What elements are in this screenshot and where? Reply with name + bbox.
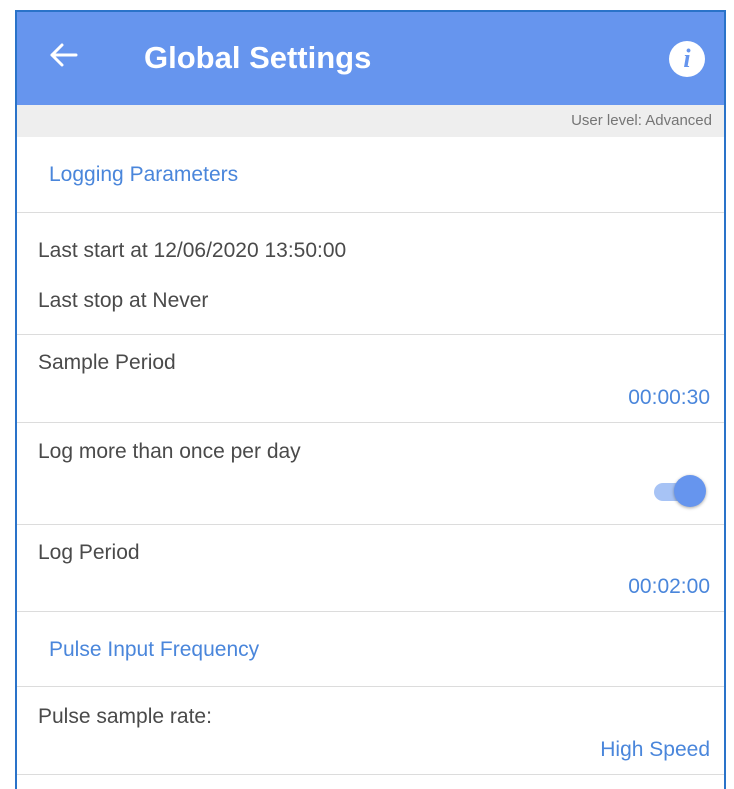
last-stop-text: Last stop at Never (38, 289, 209, 312)
app-bar: Global Settings i (17, 12, 724, 105)
section-title-logging: Logging Parameters (49, 163, 239, 186)
log-period-value[interactable]: 00:02:00 (628, 575, 710, 599)
settings-screen: Global Settings i User level: Advanced L… (15, 10, 726, 789)
info-button[interactable]: i (669, 41, 705, 77)
log-period-row[interactable]: Log Period 00:02:00 (17, 525, 724, 612)
last-start-text: Last start at 12/06/2020 13:50:00 (38, 239, 347, 262)
log-more-row: Log more than once per day (17, 423, 724, 525)
section-header-logging: Logging Parameters (17, 137, 724, 213)
sample-period-value[interactable]: 00:00:30 (628, 386, 710, 410)
pulse-sample-rate-label: Pulse sample rate: (38, 705, 212, 728)
section-title-pulse: Pulse Input Frequency (49, 638, 260, 661)
pulse-sample-rate-value[interactable]: High Speed (600, 738, 710, 762)
pulse-sample-rate-row[interactable]: Pulse sample rate: High Speed (17, 687, 724, 775)
arrow-left-icon (50, 43, 78, 67)
last-run-info: Last start at 12/06/2020 13:50:00 Last s… (17, 213, 724, 335)
user-level-bar: User level: Advanced (17, 105, 724, 137)
sample-period-row[interactable]: Sample Period 00:00:30 (17, 335, 724, 423)
sample-period-label: Sample Period (38, 351, 176, 374)
log-more-toggle[interactable] (650, 473, 706, 507)
back-button[interactable] (47, 38, 81, 72)
toggle-thumb (674, 475, 706, 507)
log-period-label: Log Period (38, 541, 140, 564)
info-icon: i (683, 44, 691, 73)
page-title: Global Settings (144, 40, 372, 75)
section-header-pulse: Pulse Input Frequency (17, 612, 724, 687)
log-more-label: Log more than once per day (38, 440, 301, 463)
user-level-label: User level: Advanced (571, 112, 712, 129)
